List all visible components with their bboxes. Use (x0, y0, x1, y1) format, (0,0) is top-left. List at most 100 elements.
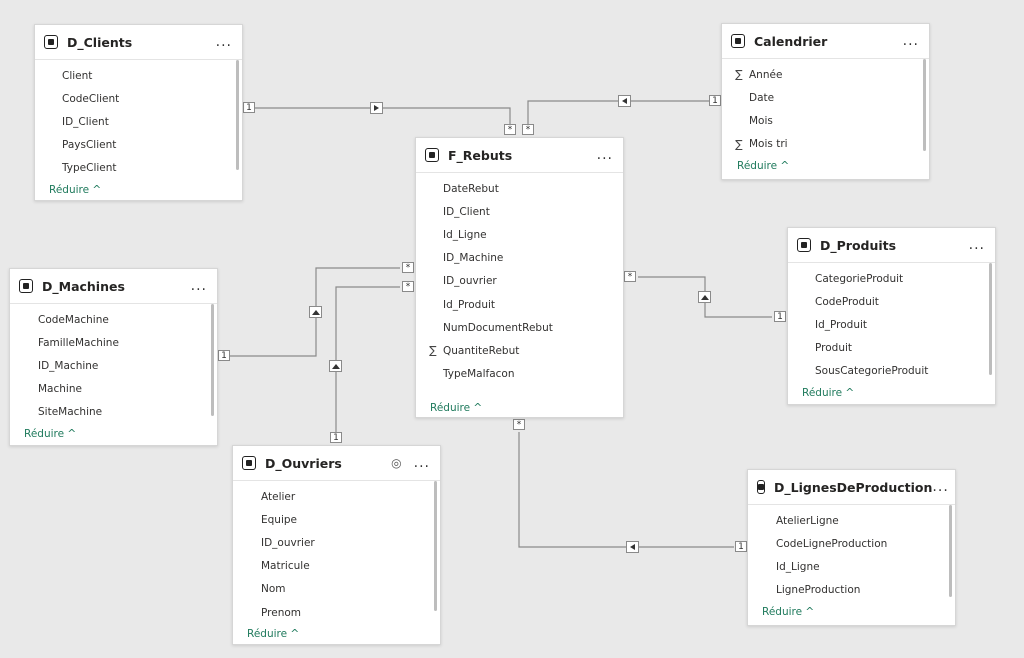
more-options-icon[interactable]: ... (216, 35, 232, 49)
table-icon (757, 480, 765, 494)
cardinality-one-marker: 1 (709, 95, 721, 106)
field-name: ID_Client (62, 115, 109, 128)
table-header[interactable]: D_Produits ... (788, 228, 995, 263)
collapse-link[interactable]: Réduire ^ (430, 398, 623, 418)
field-name: Mois tri (749, 138, 788, 151)
field-item[interactable]: CodeClient (62, 87, 242, 110)
table-card-lignes[interactable]: D_LignesDeProduction ... AtelierLigne Co… (747, 469, 956, 626)
table-header[interactable]: Calendrier ... (722, 24, 929, 59)
scrollbar[interactable] (923, 59, 926, 151)
table-card-machines[interactable]: D_Machines ... CodeMachine FamilleMachin… (9, 268, 218, 446)
table-header[interactable]: D_Clients ... (35, 25, 242, 60)
field-item[interactable]: Client (62, 64, 242, 87)
field-item[interactable]: Prenom (261, 601, 440, 624)
field-item[interactable]: SiteMachine (38, 401, 217, 424)
field-name: Equipe (261, 513, 297, 526)
field-name: Nom (261, 583, 286, 596)
field-item[interactable]: Produit (815, 337, 995, 360)
field-item[interactable]: FamilleMachine (38, 331, 217, 354)
scrollbar[interactable] (211, 304, 214, 416)
field-item[interactable]: Nom (261, 578, 440, 601)
table-card-ouvriers[interactable]: D_Ouvriers ◎ ... Atelier Equipe ID_ouvri… (232, 445, 441, 645)
field-item[interactable]: LigneProduction (776, 579, 955, 602)
table-title: F_Rebuts (448, 147, 513, 163)
field-item[interactable]: AtelierLigne (776, 509, 955, 532)
cardinality-many-marker: * (624, 271, 636, 282)
field-item[interactable]: ∑ QuantiteRebut (427, 339, 623, 362)
scrollbar[interactable] (434, 481, 437, 611)
table-card-rebuts[interactable]: F_Rebuts ... DateRebut ID_Client Id_Lign… (415, 137, 624, 418)
field-item[interactable]: CategorieProduit (815, 267, 995, 290)
more-options-icon[interactable]: ... (932, 480, 948, 494)
field-item[interactable]: CodeProduit (815, 290, 995, 313)
collapse-link[interactable]: Réduire ^ (762, 602, 955, 622)
link-ouvriers-rebuts[interactable] (335, 286, 400, 432)
field-item[interactable]: CodeMachine (38, 308, 217, 331)
more-options-icon[interactable]: ... (191, 279, 207, 293)
more-options-icon[interactable]: ... (903, 34, 919, 48)
table-header[interactable]: D_Machines ... (10, 269, 217, 304)
field-item[interactable]: ID_ouvrier (427, 270, 623, 293)
filter-direction-up-icon[interactable] (698, 291, 711, 303)
field-item[interactable]: ID_Machine (38, 354, 217, 377)
collapse-link[interactable]: Réduire ^ (24, 424, 217, 444)
filter-direction-up-icon[interactable] (309, 306, 322, 318)
field-item[interactable]: Equipe (261, 508, 440, 531)
collapse-link[interactable]: Réduire ^ (247, 624, 440, 644)
field-item[interactable]: ID_Client (62, 110, 242, 133)
table-title: D_Machines (42, 278, 125, 294)
filter-direction-left-icon[interactable] (618, 95, 631, 107)
field-item[interactable]: Mois (733, 109, 929, 132)
field-item[interactable]: Id_Ligne (776, 555, 955, 578)
filter-direction-up-icon[interactable] (329, 360, 342, 372)
table-header[interactable]: D_Ouvriers ◎ ... (233, 446, 440, 481)
more-options-icon[interactable]: ... (597, 148, 613, 162)
model-canvas[interactable]: 1 * * 1 1 * * 1 * 1 * 1 D_Clients ... Cl… (0, 0, 1024, 658)
field-item[interactable]: DateRebut (427, 177, 623, 200)
scrollbar[interactable] (236, 60, 239, 170)
filter-direction-right-icon[interactable] (370, 102, 383, 114)
table-card-clients[interactable]: D_Clients ... Client CodeClient ID_Clien… (34, 24, 243, 201)
link-lignes-rebuts[interactable] (518, 432, 734, 548)
field-item[interactable]: Machine (38, 378, 217, 401)
field-item[interactable]: Id_Produit (815, 313, 995, 336)
field-item[interactable]: TypeClient (62, 157, 242, 180)
field-item[interactable]: TypeMalfacon (427, 363, 623, 386)
field-item[interactable]: ID_Client (427, 200, 623, 223)
field-name: Matricule (261, 560, 310, 573)
field-item[interactable]: Matricule (261, 555, 440, 578)
cardinality-one-marker: 1 (243, 102, 255, 113)
hidden-eye-icon[interactable]: ◎ (391, 456, 401, 470)
more-options-icon[interactable]: ... (969, 238, 985, 252)
table-header[interactable]: F_Rebuts ... (416, 138, 623, 173)
collapse-link[interactable]: Réduire ^ (802, 383, 995, 403)
field-item[interactable]: ID_Machine (427, 247, 623, 270)
field-item[interactable]: Id_Produit (427, 293, 623, 316)
table-card-calendrier[interactable]: Calendrier ... ∑ Année Date Mois ∑ Mois tr… (721, 23, 930, 180)
scrollbar[interactable] (949, 505, 952, 597)
field-name: CodeClient (62, 92, 120, 105)
field-item[interactable]: SousCategorieProduit (815, 360, 995, 383)
collapse-link[interactable]: Réduire ^ (737, 156, 929, 176)
field-item[interactable]: Date (733, 86, 929, 109)
filter-direction-left-icon[interactable] (626, 541, 639, 553)
field-item[interactable]: ID_ouvrier (261, 531, 440, 554)
table-card-produits[interactable]: D_Produits ... CategorieProduit CodeProd… (787, 227, 996, 405)
table-icon (242, 456, 256, 470)
table-header[interactable]: D_LignesDeProduction ... (748, 470, 955, 505)
field-item[interactable]: ∑ Année (733, 63, 929, 86)
field-item[interactable]: CodeLigneProduction (776, 532, 955, 555)
field-name: AtelierLigne (776, 514, 839, 527)
field-item[interactable]: NumDocumentRebut (427, 316, 623, 339)
scrollbar[interactable] (989, 263, 992, 375)
field-item[interactable]: Atelier (261, 485, 440, 508)
field-item[interactable]: PaysClient (62, 134, 242, 157)
field-item[interactable]: Id_Ligne (427, 223, 623, 246)
field-name: TypeClient (62, 162, 117, 175)
field-name: Produit (815, 342, 853, 355)
collapse-link[interactable]: Réduire ^ (49, 180, 242, 200)
cardinality-one-marker: 1 (330, 432, 342, 443)
more-options-icon[interactable]: ... (414, 456, 430, 470)
field-item[interactable]: ∑ Mois tri (733, 133, 929, 156)
field-name: LigneProduction (776, 584, 861, 597)
